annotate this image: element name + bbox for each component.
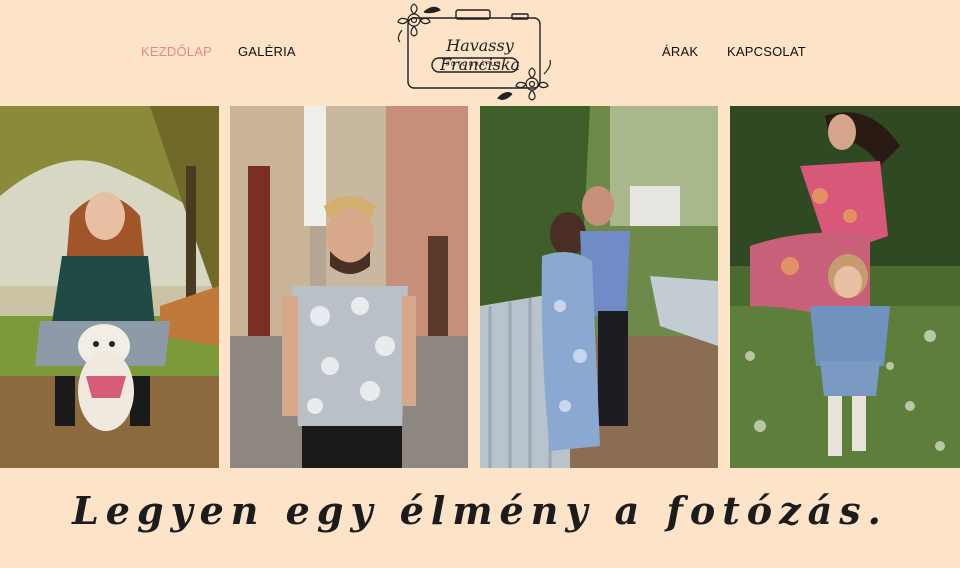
nav-link-gallery[interactable]: GALÉRIA (238, 44, 296, 59)
site-logo[interactable]: Havassy Franciska FOTOGRÁFUS (394, 2, 554, 106)
nav-link-home[interactable]: KEZDŐLAP (141, 44, 212, 59)
gallery-photo-3[interactable] (480, 106, 718, 468)
gallery-photo-1[interactable] (0, 106, 219, 468)
gallery-photo-2[interactable] (230, 106, 468, 468)
photo-mother-and-child-icon (730, 106, 960, 468)
logo-subtitle: FOTOGRÁFUS (446, 61, 502, 68)
hero-tagline: Legyen egy élmény a fotózás. (72, 488, 888, 533)
logo-name: Havassy Franciska (439, 36, 521, 74)
gallery-photo-4[interactable] (730, 106, 960, 468)
nav-link-contact[interactable]: KAPCSOLAT (727, 44, 806, 59)
nav-link-prices[interactable]: ÁRAK (662, 44, 698, 59)
photo-woman-with-dog-icon (0, 106, 219, 468)
photo-couple-on-bridge-icon (480, 106, 718, 468)
photo-man-in-cap-icon (230, 106, 468, 468)
